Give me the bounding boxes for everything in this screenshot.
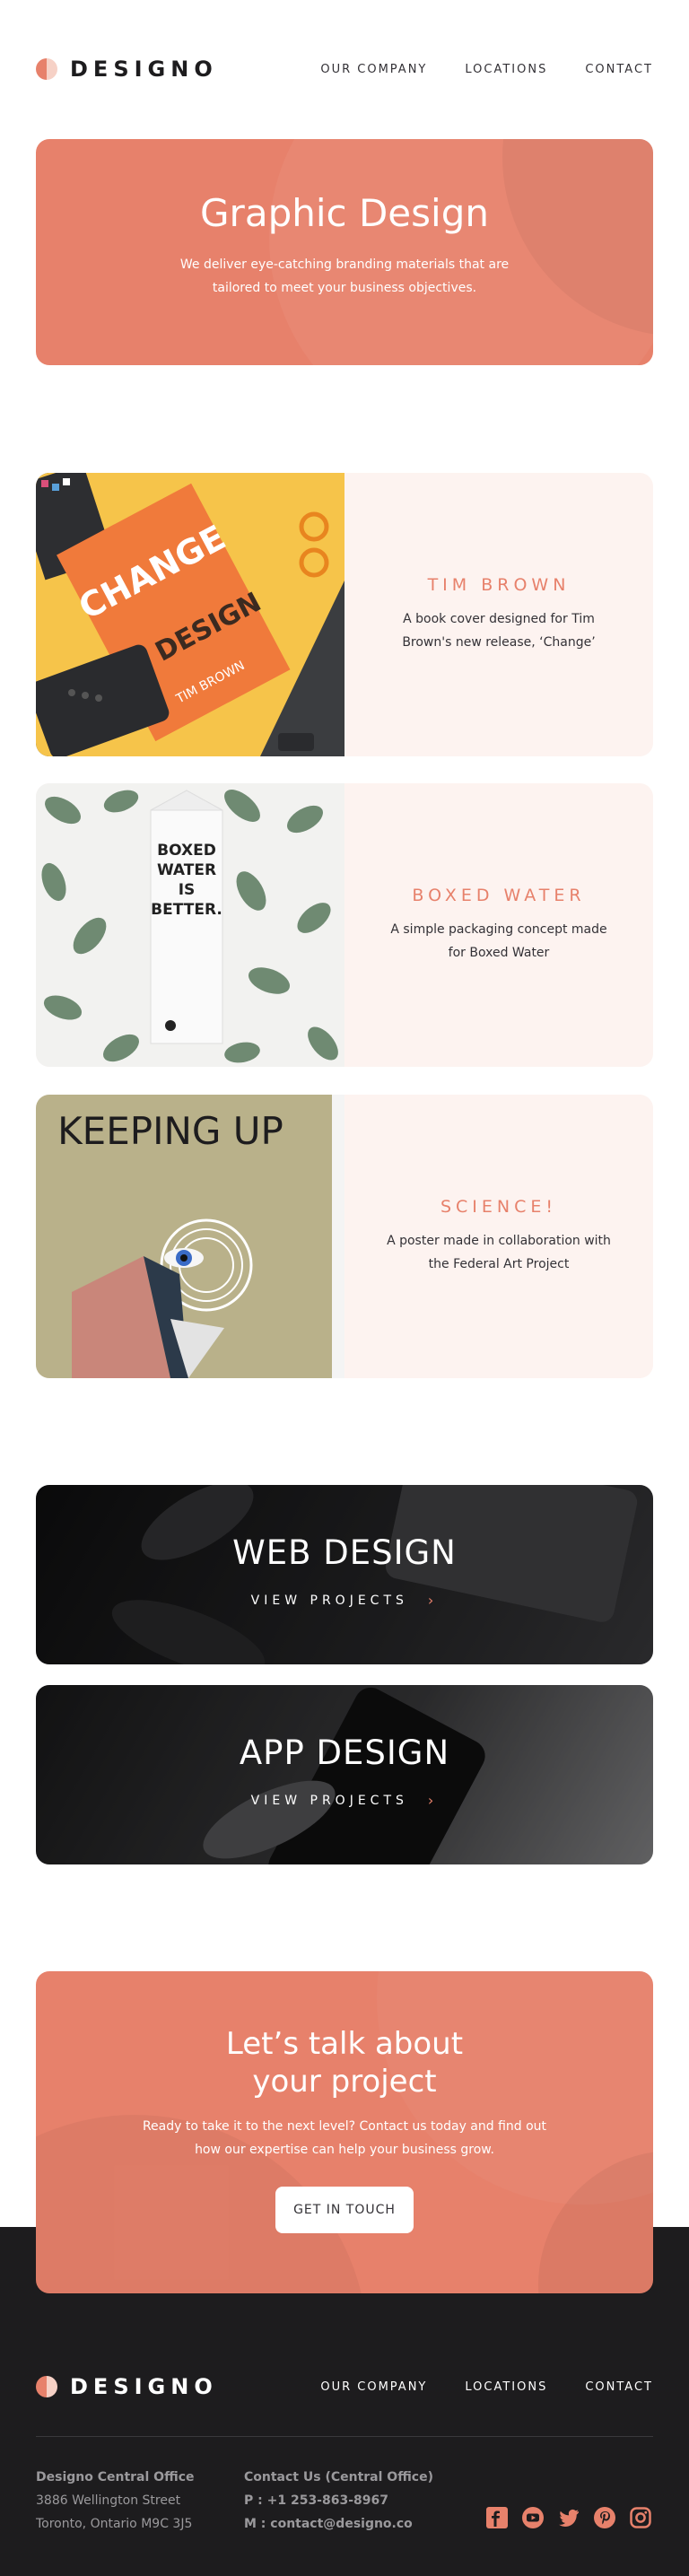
project-description: A book cover designed for Tim Brown's ne… bbox=[402, 612, 596, 650]
contact-title: Contact Us (Central Office) bbox=[244, 2470, 433, 2484]
logo-text: DESIGNO bbox=[70, 2374, 218, 2399]
twitter-icon[interactable] bbox=[558, 2507, 580, 2528]
office-address: Designo Central Office 3886 Wellington S… bbox=[36, 2466, 195, 2536]
office-street: 3886 Wellington Street bbox=[36, 2493, 181, 2508]
hero-text: We deliver eye-catching branding materia… bbox=[179, 258, 510, 295]
web-design-card[interactable]: WEB DESIGN VIEW PROJECTS › bbox=[36, 1485, 653, 1664]
contact-info: Contact Us (Central Office) P : +1 253-8… bbox=[244, 2466, 433, 2536]
hero-banner: Graphic Design We deliver eye-catching b… bbox=[36, 139, 653, 365]
footer-nav: OUR COMPANY LOCATIONS CONTACT bbox=[320, 2380, 653, 2394]
carton-text-1: BOXED bbox=[157, 842, 216, 860]
project-card[interactable]: CHANGE BY DESIGN TIM BROWN TIM BROWN A b… bbox=[36, 473, 653, 756]
chevron-right-icon: › bbox=[427, 1592, 439, 1609]
project-title: BOXED WATER bbox=[412, 886, 586, 905]
social-links bbox=[486, 2507, 651, 2528]
cta-banner: Let’s talk about your project Ready to ta… bbox=[36, 1971, 653, 2293]
page: DESIGNO OUR COMPANY LOCATIONS CONTACT Gr… bbox=[0, 0, 689, 2576]
app-design-card[interactable]: APP DESIGN VIEW PROJECTS › bbox=[36, 1685, 653, 1864]
logo-text: DESIGNO bbox=[70, 57, 218, 82]
logo[interactable]: DESIGNO bbox=[36, 57, 218, 82]
card-title: WEB DESIGN bbox=[232, 1533, 457, 1572]
office-title: Designo Central Office bbox=[36, 2470, 195, 2484]
project-info: TIM BROWN A book cover designed for Tim … bbox=[344, 473, 653, 756]
project-title: SCIENCE! bbox=[440, 1197, 558, 1217]
nav-our-company[interactable]: OUR COMPANY bbox=[320, 63, 427, 76]
page-title: Graphic Design bbox=[200, 191, 489, 235]
office-city: Toronto, Ontario M9C 3J5 bbox=[36, 2517, 193, 2531]
project-image-boxed-water: BOXED WATER IS BETTER. bbox=[36, 783, 344, 1067]
poster-text: KEEPING UP bbox=[57, 1109, 283, 1153]
cta-text: Ready to take it to the next level? Cont… bbox=[142, 2119, 547, 2157]
carton-text-2: WATER bbox=[157, 861, 216, 879]
view-projects-label: VIEW PROJECTS bbox=[250, 1593, 408, 1608]
cta-title-line-1: Let’s talk about bbox=[225, 2026, 464, 2062]
instagram-icon[interactable] bbox=[630, 2507, 651, 2528]
youtube-icon[interactable] bbox=[522, 2507, 544, 2528]
carton-text-4: BETTER. bbox=[151, 901, 222, 919]
footer-divider bbox=[36, 2436, 653, 2437]
email-label: M : bbox=[244, 2517, 266, 2531]
project-image-book: CHANGE BY DESIGN TIM BROWN bbox=[36, 473, 344, 756]
footer-header: DESIGNO OUR COMPANY LOCATIONS CONTACT bbox=[36, 2373, 653, 2400]
phone-label: P : bbox=[244, 2493, 263, 2508]
phone-number[interactable]: +1 253-863-8967 bbox=[267, 2493, 388, 2508]
nav-contact[interactable]: CONTACT bbox=[585, 63, 653, 76]
email-address[interactable]: contact@designo.co bbox=[270, 2517, 413, 2531]
project-description: A simple packaging concept made for Boxe… bbox=[390, 922, 607, 960]
project-card[interactable]: BOXED WATER IS BETTER. BOXED WATER A sim… bbox=[36, 783, 653, 1067]
cta-title-line-2: your project bbox=[252, 2064, 437, 2100]
main-nav: OUR COMPANY LOCATIONS CONTACT bbox=[320, 63, 653, 76]
project-info: BOXED WATER A simple packaging concept m… bbox=[344, 783, 653, 1067]
footer-nav-our-company[interactable]: OUR COMPANY bbox=[320, 2380, 427, 2394]
card-title: APP DESIGN bbox=[239, 1733, 450, 1772]
project-description: A poster made in collaboration with the … bbox=[387, 1234, 611, 1271]
site-header: DESIGNO OUR COMPANY LOCATIONS CONTACT bbox=[36, 56, 653, 83]
footer-nav-locations[interactable]: LOCATIONS bbox=[465, 2380, 547, 2394]
carton-text-3: IS bbox=[179, 881, 196, 899]
cta-title: Let’s talk about your project bbox=[36, 2025, 653, 2100]
web-design-background-image bbox=[36, 1485, 653, 1664]
view-projects-link[interactable]: VIEW PROJECTS › bbox=[251, 1792, 439, 1809]
facebook-icon[interactable] bbox=[486, 2507, 508, 2528]
footer-nav-contact[interactable]: CONTACT bbox=[585, 2380, 653, 2394]
nav-locations[interactable]: LOCATIONS bbox=[465, 63, 547, 76]
project-card[interactable]: KEEPING UP SCIENCE! A poster made in col… bbox=[36, 1095, 653, 1378]
project-image-poster: KEEPING UP bbox=[36, 1095, 344, 1378]
chevron-right-icon: › bbox=[427, 1792, 439, 1809]
footer-logo[interactable]: DESIGNO bbox=[36, 2374, 218, 2399]
pinterest-icon[interactable] bbox=[594, 2507, 615, 2528]
get-in-touch-button[interactable]: GET IN TOUCH bbox=[275, 2187, 414, 2233]
logo-mark-icon bbox=[36, 2376, 57, 2397]
view-projects-link[interactable]: VIEW PROJECTS › bbox=[251, 1592, 439, 1609]
view-projects-label: VIEW PROJECTS bbox=[250, 1793, 408, 1808]
project-info: SCIENCE! A poster made in collaboration … bbox=[344, 1095, 653, 1378]
app-design-background-image bbox=[36, 1685, 653, 1864]
project-title: TIM BROWN bbox=[427, 575, 571, 595]
logo-mark-icon bbox=[36, 58, 57, 80]
